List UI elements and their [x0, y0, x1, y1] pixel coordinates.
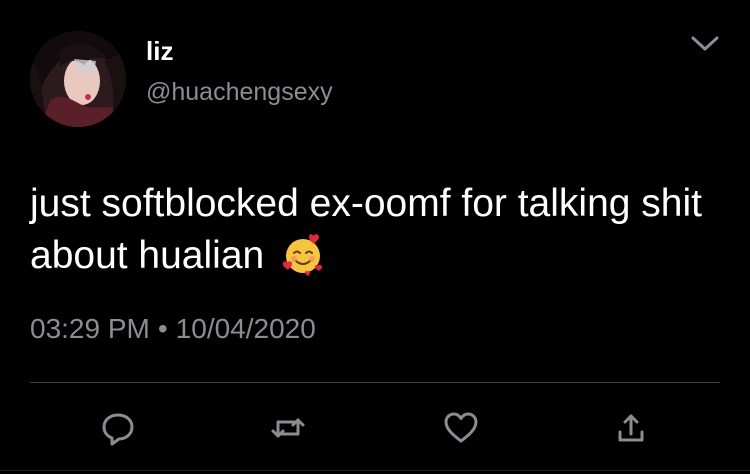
- tweet-text: just softblocked ex-oomf for talking shi…: [30, 178, 720, 282]
- bottom-border: [0, 470, 750, 471]
- chevron-down-icon[interactable]: [688, 32, 722, 56]
- share-button[interactable]: [611, 408, 651, 448]
- tweet-text-content: just softblocked ex-oomf for talking shi…: [30, 182, 702, 277]
- avatar[interactable]: [30, 31, 126, 127]
- reply-icon: [102, 413, 134, 446]
- tweet-timestamp[interactable]: 03:29 PM • 10/04/2020: [30, 313, 316, 345]
- display-name[interactable]: liz: [146, 36, 173, 67]
- retweet-icon: [271, 418, 305, 438]
- tweet-date: 10/04/2020: [175, 313, 316, 344]
- tweet-time: 03:29 PM: [30, 313, 150, 344]
- divider: [30, 382, 720, 383]
- like-button[interactable]: [441, 408, 481, 448]
- user-handle[interactable]: @huachengsexy: [146, 78, 333, 107]
- timestamp-separator: •: [157, 313, 168, 344]
- avatar-image: [30, 31, 126, 127]
- reply-button[interactable]: [98, 408, 138, 448]
- share-icon: [618, 414, 644, 442]
- smiling-face-with-hearts-icon: [281, 233, 325, 277]
- heart-icon: [444, 412, 478, 443]
- retweet-button[interactable]: [268, 408, 308, 448]
